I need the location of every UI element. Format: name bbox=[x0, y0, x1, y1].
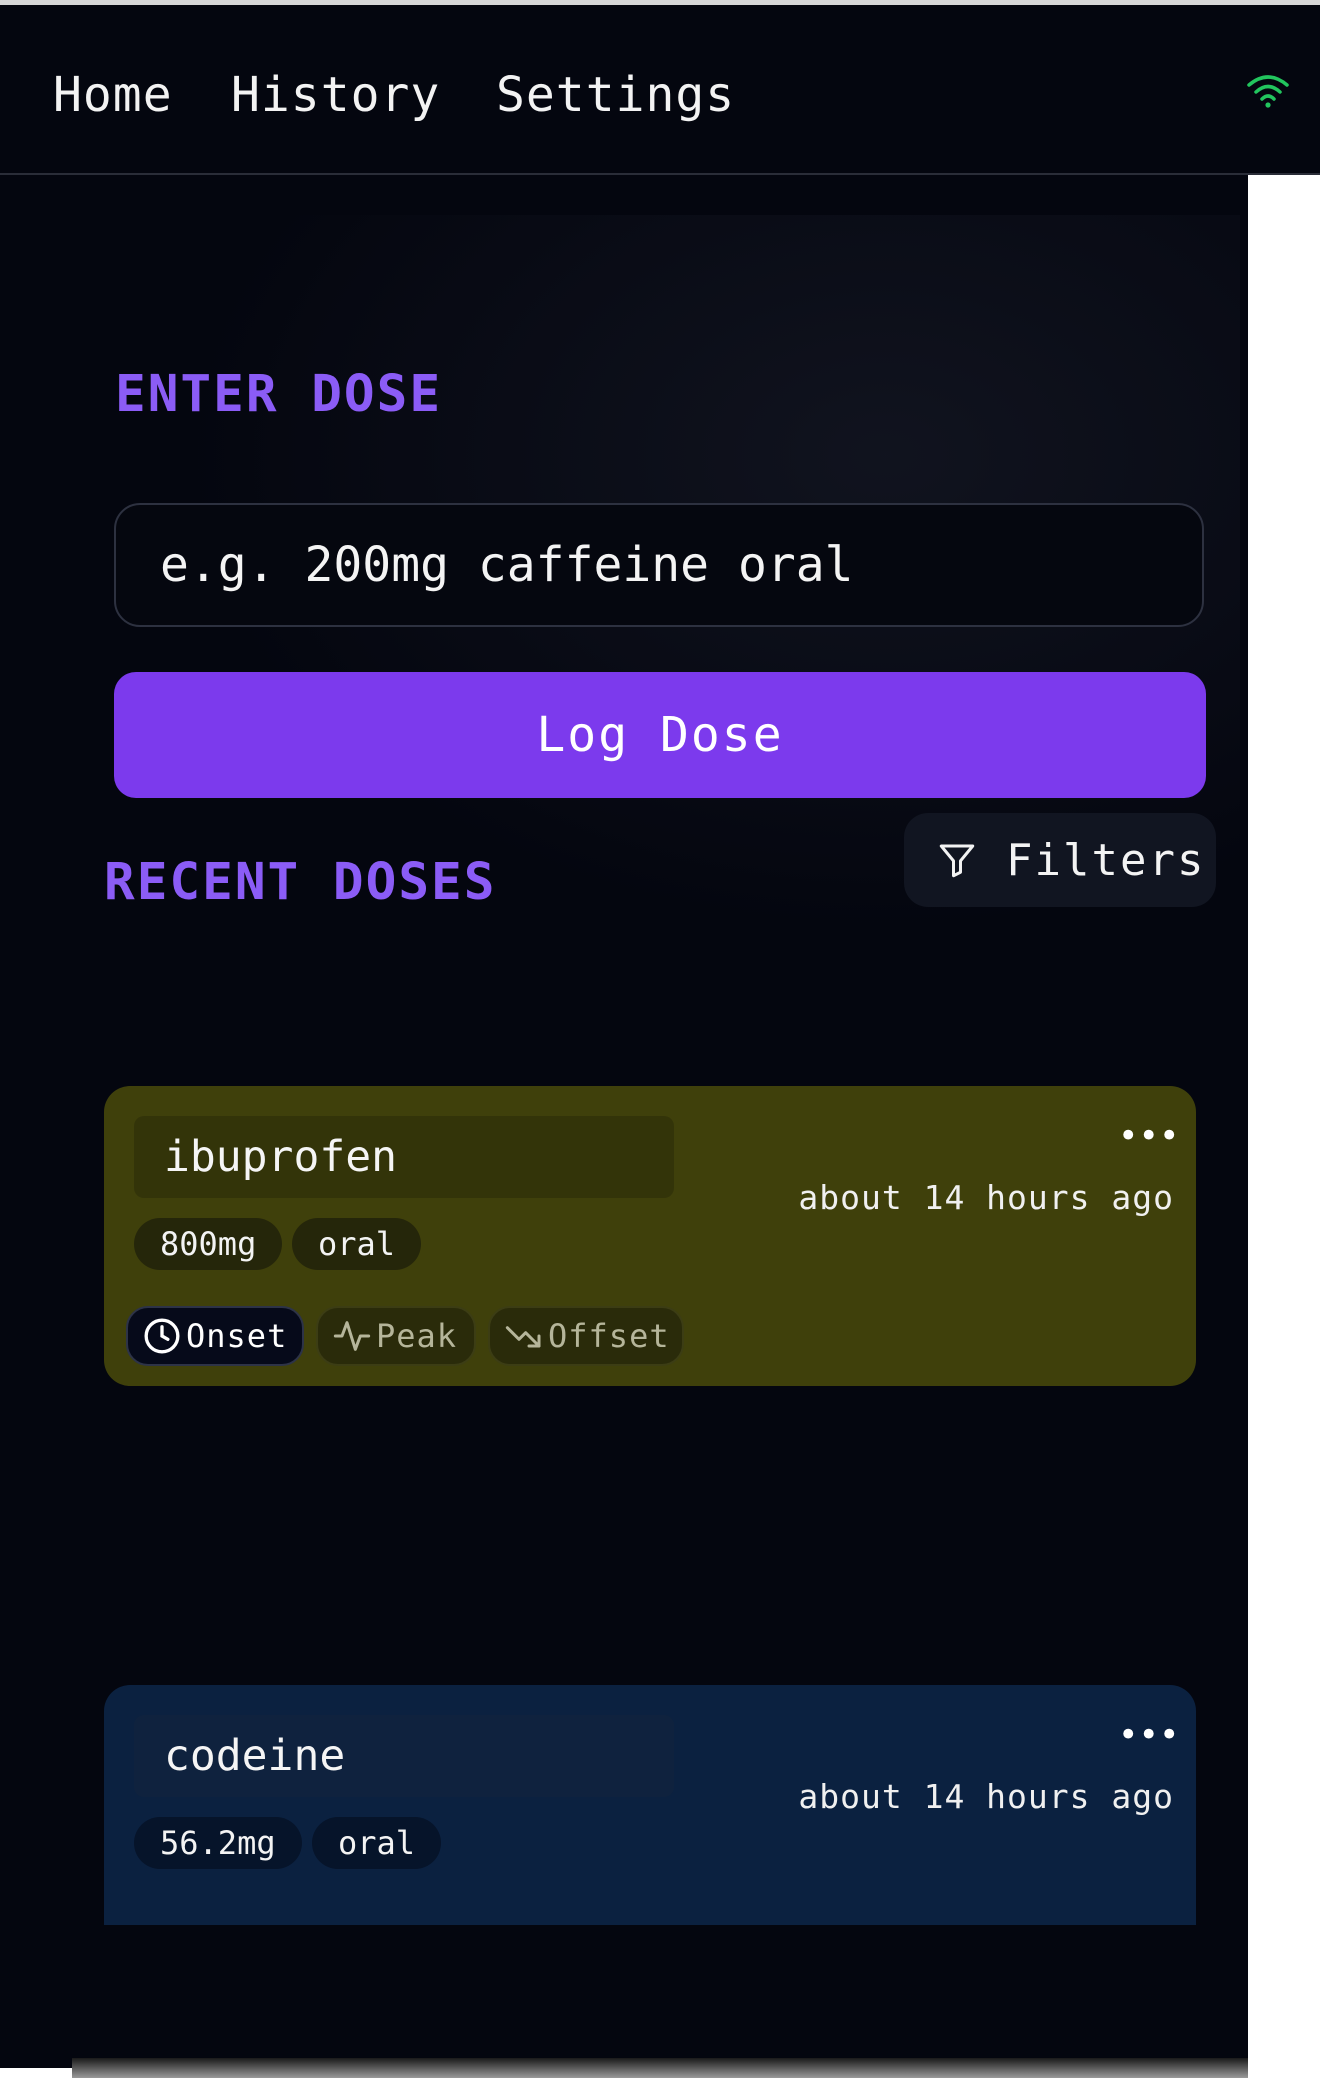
dose-menu-button[interactable]: ••• bbox=[1118, 1116, 1179, 1156]
wifi-icon bbox=[1247, 75, 1289, 108]
main-content: ENTER DOSE Log Dose RECENT DOSES Filters… bbox=[0, 175, 1248, 2078]
filter-icon bbox=[939, 844, 975, 878]
phase-offset-button[interactable]: Offset bbox=[488, 1306, 684, 1366]
dose-input[interactable] bbox=[114, 503, 1204, 627]
phase-peak-label: Peak bbox=[376, 1317, 458, 1355]
dose-card-codeine[interactable]: codeine ••• about 14 hours ago 56.2mg or… bbox=[104, 1685, 1196, 1925]
dose-name: ibuprofen bbox=[134, 1116, 674, 1198]
nav-history[interactable]: History bbox=[231, 67, 440, 123]
side-panel-edge bbox=[1248, 175, 1320, 2078]
dose-time: about 14 hours ago bbox=[798, 1178, 1174, 1217]
dose-route-badge: oral bbox=[292, 1218, 422, 1270]
trending-down-icon bbox=[505, 1326, 541, 1348]
dose-amount-badge: 800mg bbox=[134, 1218, 283, 1270]
app-page: Home History Settings ENTER DOSE Log Dos… bbox=[0, 0, 1320, 2078]
nav-settings[interactable]: Settings bbox=[496, 67, 735, 123]
enter-dose-title: ENTER DOSE bbox=[115, 365, 443, 424]
phase-offset-label: Offset bbox=[548, 1317, 670, 1355]
dose-menu-button[interactable]: ••• bbox=[1118, 1715, 1179, 1755]
clock-icon bbox=[144, 1318, 180, 1354]
phase-onset-label: Onset bbox=[186, 1317, 288, 1355]
nav-home[interactable]: Home bbox=[53, 67, 173, 123]
phase-onset-button[interactable]: Onset bbox=[126, 1306, 304, 1366]
dose-amount-badge: 56.2mg bbox=[134, 1817, 302, 1869]
activity-icon bbox=[333, 1321, 371, 1351]
bottom-edge bbox=[0, 2068, 72, 2078]
bottom-shadow bbox=[72, 2058, 1248, 2078]
dose-time: about 14 hours ago bbox=[798, 1777, 1174, 1816]
phase-peak-button[interactable]: Peak bbox=[316, 1306, 476, 1366]
dose-route-badge: oral bbox=[312, 1817, 442, 1869]
recent-doses-title: RECENT DOSES bbox=[104, 853, 497, 912]
top-nav: Home History Settings bbox=[0, 5, 1320, 175]
dose-name: codeine bbox=[134, 1715, 674, 1797]
filters-button[interactable]: Filters bbox=[904, 813, 1216, 907]
filters-label: Filters bbox=[1006, 834, 1206, 886]
dose-card-ibuprofen[interactable]: ibuprofen ••• about 14 hours ago 800mg o… bbox=[104, 1086, 1196, 1386]
log-dose-button[interactable]: Log Dose bbox=[114, 672, 1206, 798]
